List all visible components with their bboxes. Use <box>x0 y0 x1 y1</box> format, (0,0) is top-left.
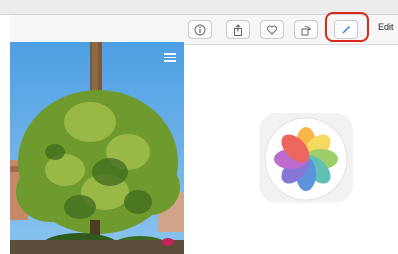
info-icon <box>194 24 206 35</box>
favorite-button[interactable] <box>260 20 284 39</box>
rotate-icon <box>301 25 311 35</box>
share-button[interactable] <box>226 20 250 39</box>
info-button[interactable] <box>188 20 212 39</box>
edit-button[interactable]: Edit <box>378 22 394 32</box>
rotate-button[interactable] <box>294 20 318 39</box>
photos-flower-icon <box>264 117 348 201</box>
left-margin <box>0 15 10 254</box>
heart-icon <box>266 25 278 35</box>
photos-app-icon <box>259 113 353 203</box>
edit-tools-button[interactable] <box>334 20 358 39</box>
window-top-strip <box>0 0 398 15</box>
menu-icon[interactable] <box>164 51 176 63</box>
share-icon <box>234 23 242 36</box>
photo-preview[interactable] <box>10 42 184 254</box>
magic-wand-icon <box>342 25 351 33</box>
tree-photo <box>10 42 184 254</box>
